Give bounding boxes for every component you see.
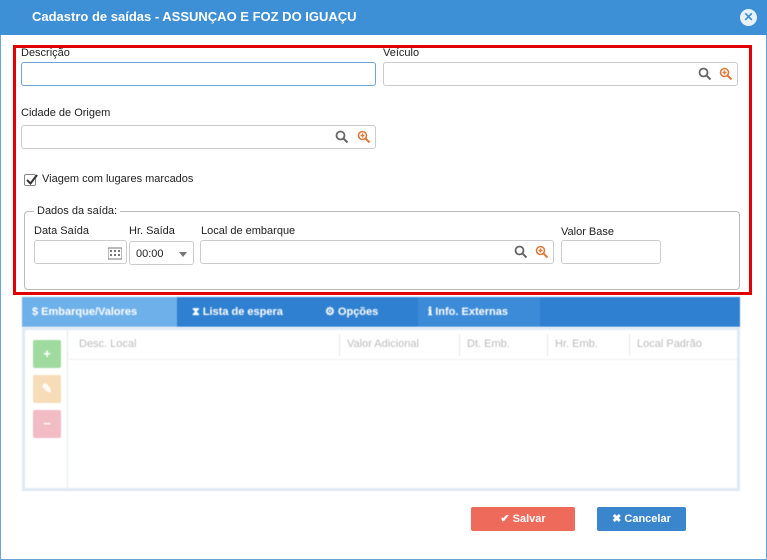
tab-info-externas[interactable]: ℹ Info. Externas [418, 297, 540, 327]
data-saida-input[interactable] [34, 240, 127, 264]
grid-side-toolbar: + ✎ − [25, 330, 68, 488]
fieldset-legend: Dados da saída: [34, 205, 121, 217]
hr-saida-value: 00:00 [136, 248, 164, 260]
column-header[interactable]: Valor Adicional [347, 338, 419, 350]
hr-saida-select[interactable]: 00:00 [129, 241, 194, 265]
cancel-label: Cancelar [624, 513, 671, 525]
save-button[interactable]: ✔ Salvar [471, 507, 575, 531]
column-header[interactable]: Desc. Local [79, 338, 136, 350]
column-header[interactable]: Hr. Emb. [555, 338, 598, 350]
remove-button[interactable]: − [33, 410, 61, 438]
veiculo-input[interactable] [383, 62, 738, 86]
add-button[interactable]: + [33, 340, 61, 368]
zoom-add-icon[interactable] [357, 130, 371, 144]
search-icon[interactable] [335, 130, 349, 144]
viagem-label: Viagem com lugares marcados [42, 173, 194, 185]
descricao-label: Descrição [21, 47, 70, 59]
save-label: Salvar [512, 513, 546, 525]
tab-lista-espera[interactable]: ⧗ Lista de espera [182, 297, 312, 327]
cidade-label: Cidade de Origem [21, 107, 111, 119]
locais-grid: + ✎ − Desc. Local Valor Adicional Dt. Em… [22, 327, 740, 491]
viagem-checkbox[interactable] [24, 174, 38, 186]
calendar-icon[interactable] [108, 246, 122, 260]
window-titlebar: Cadastro de saídas - ASSUNÇAO E FOZ DO I… [0, 0, 767, 35]
valor-base-label: Valor Base [561, 226, 614, 238]
veiculo-label: Veículo [383, 47, 420, 59]
data-saida-label: Data Saída [34, 225, 90, 237]
search-icon[interactable] [698, 67, 712, 81]
check-icon: ✔ [500, 513, 510, 525]
chevron-down-icon [179, 252, 187, 257]
column-header[interactable]: Local Padrão [637, 338, 702, 350]
close-icon[interactable]: ✕ [740, 9, 757, 26]
local-embarque-label: Local de embarque [201, 225, 296, 237]
window-title: Cadastro de saídas - ASSUNÇAO E FOZ DO I… [32, 9, 357, 24]
edit-button[interactable]: ✎ [33, 375, 61, 403]
checkmark-icon [26, 174, 38, 186]
zoom-add-icon[interactable] [719, 67, 733, 81]
tab-opcoes[interactable]: ⚙ Opções [315, 297, 415, 327]
search-icon[interactable] [514, 245, 528, 259]
cancel-button[interactable]: ✖ Cancelar [597, 507, 686, 531]
close-icon: ✖ [612, 513, 622, 525]
tab-embarque-valores[interactable]: $ Embarque/Valores [22, 297, 177, 327]
tab-bar: $ Embarque/Valores ⧗ Lista de espera ⚙ O… [22, 297, 740, 327]
local-embarque-input[interactable] [200, 240, 554, 264]
zoom-add-icon[interactable] [535, 245, 549, 259]
column-header[interactable]: Dt. Emb. [467, 338, 510, 350]
descricao-input[interactable] [21, 62, 376, 86]
valor-base-input[interactable] [561, 240, 661, 264]
grid-header: Desc. Local Valor Adicional Dt. Emb. Hr.… [69, 330, 737, 360]
cidade-input[interactable] [21, 125, 376, 149]
hr-saida-label: Hr. Saída [129, 225, 175, 237]
